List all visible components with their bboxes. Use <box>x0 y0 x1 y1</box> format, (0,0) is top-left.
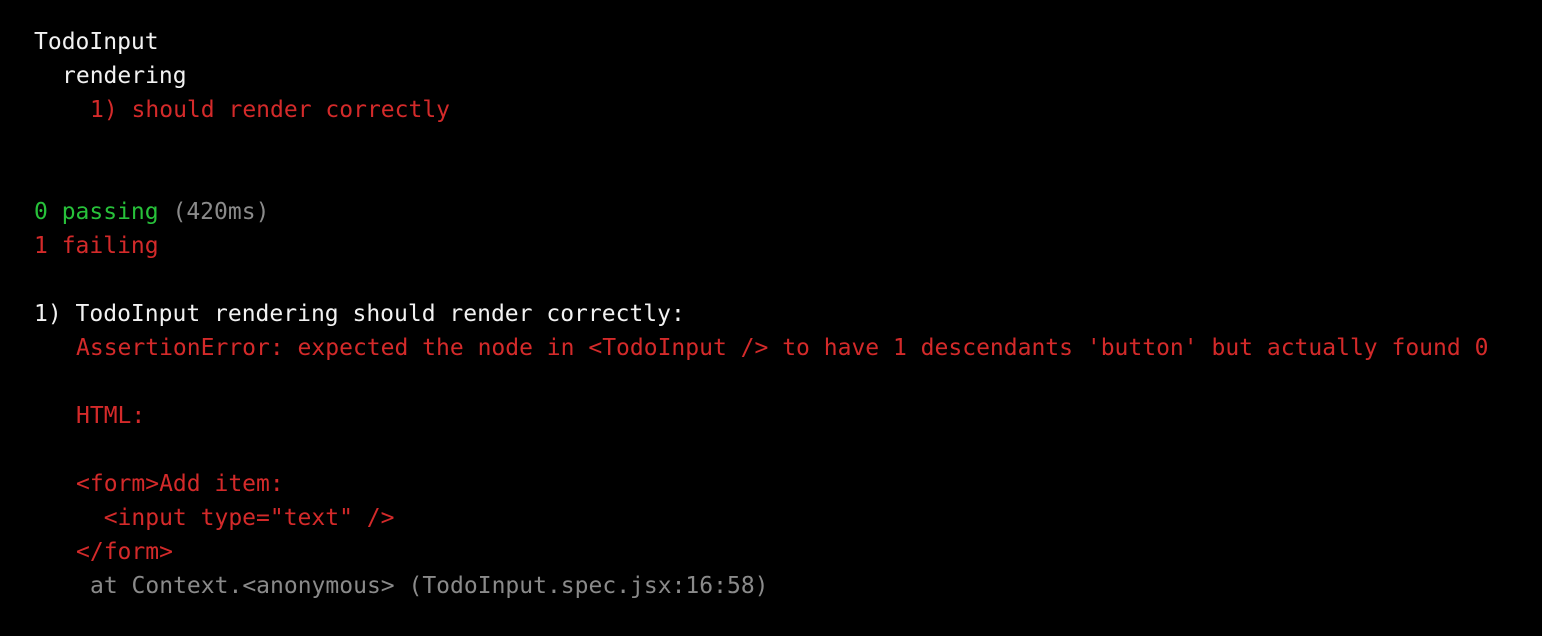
suite-name: TodoInput <box>34 29 159 55</box>
html-line: <form>Add item: <box>76 471 284 497</box>
terminal-window: TodoInput rendering 1) should render cor… <box>0 0 1542 636</box>
subsuite-name: rendering <box>62 63 187 89</box>
assertion-error: AssertionError: expected the node in <To… <box>76 335 1489 361</box>
test-duration: (420ms) <box>172 199 270 225</box>
html-label: HTML: <box>76 403 146 429</box>
passing-count: 0 passing <box>34 199 159 225</box>
passing-summary: 0 passing (420ms) <box>34 195 269 229</box>
html-line: <input type="text" /> <box>76 505 395 531</box>
failed-test-entry: 1) should render correctly <box>90 97 451 123</box>
html-line: </form> <box>76 539 173 565</box>
stack-trace-line: at Context.<anonymous> (TodoInput.spec.j… <box>90 573 769 599</box>
failing-summary: 1 failing <box>34 233 159 259</box>
failure-title: 1) TodoInput rendering should render cor… <box>34 301 685 327</box>
